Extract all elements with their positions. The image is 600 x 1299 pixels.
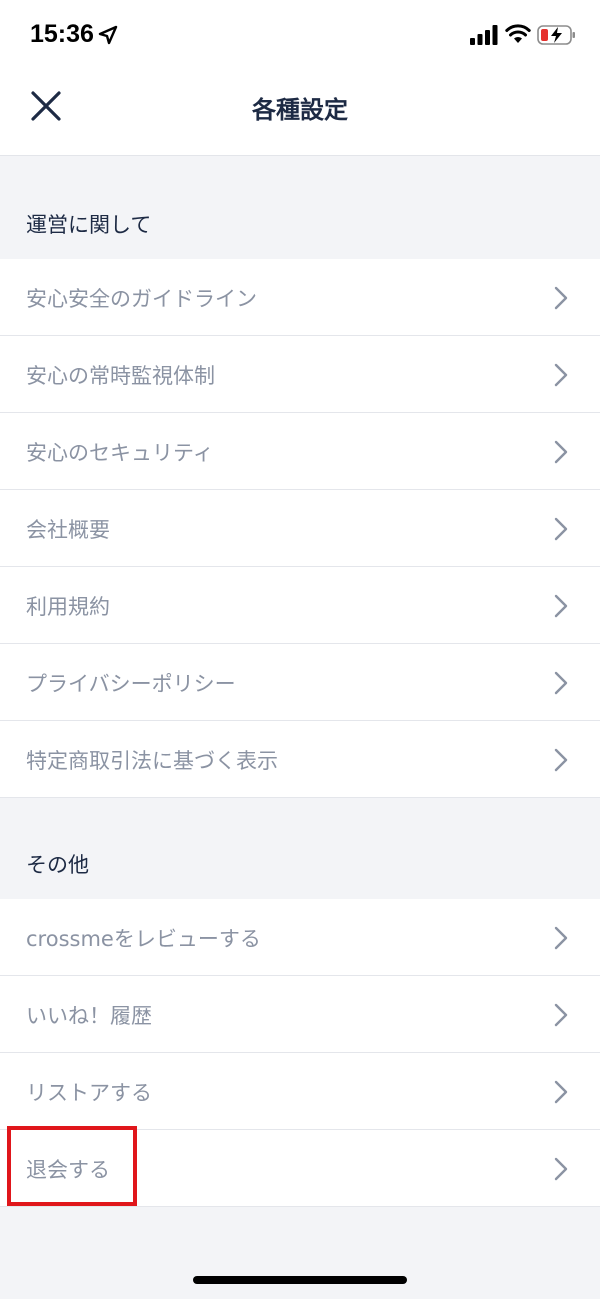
list-item-terms[interactable]: 利用規約 (0, 567, 600, 644)
navigation-bar: 各種設定 (0, 72, 600, 156)
chevron-right-icon (554, 1157, 568, 1181)
location-arrow-icon (98, 25, 118, 45)
list-item-like-history[interactable]: いいね！履歴 (0, 976, 600, 1053)
list-item-review[interactable]: crossmeをレビューする (0, 899, 600, 976)
list-item-label: 利用規約 (26, 595, 110, 619)
battery-charging-icon (537, 25, 575, 45)
section-header-operations: 運営に関して (0, 157, 600, 259)
chevron-right-icon (554, 517, 568, 541)
section-title: その他 (26, 853, 89, 877)
wifi-icon (505, 24, 531, 43)
list-item-label: 安心のセキュリティ (26, 441, 214, 465)
page-title: 各種設定 (252, 96, 348, 124)
list-item-label: 安心安全のガイドライン (26, 287, 257, 311)
chevron-right-icon (554, 1080, 568, 1104)
list-item-label: プライバシーポリシー (26, 672, 236, 696)
list-item-label: 安心の常時監視体制 (26, 364, 215, 388)
chevron-right-icon (554, 1003, 568, 1027)
list-item-guidelines[interactable]: 安心安全のガイドライン (0, 259, 600, 336)
section-title: 運営に関して (26, 213, 152, 237)
list-item-label: crossmeをレビューする (26, 927, 261, 951)
section-header-other: その他 (0, 798, 600, 899)
status-bar: 15:36 (0, 0, 600, 72)
chevron-right-icon (554, 671, 568, 695)
list-item-security[interactable]: 安心のセキュリティ (0, 413, 600, 490)
home-indicator[interactable] (193, 1276, 407, 1284)
list-item-label: 会社概要 (26, 518, 110, 542)
list-item-privacy[interactable]: プライバシーポリシー (0, 644, 600, 721)
chevron-right-icon (554, 748, 568, 772)
status-time: 15:36 (30, 20, 94, 48)
chevron-right-icon (554, 363, 568, 387)
list-item-company[interactable]: 会社概要 (0, 490, 600, 567)
list-item-commerce-law[interactable]: 特定商取引法に基づく表示 (0, 721, 600, 798)
list-item-monitoring[interactable]: 安心の常時監視体制 (0, 336, 600, 413)
highlight-box (7, 1126, 137, 1206)
list-item-label: いいね！履歴 (26, 1004, 152, 1028)
list-item-label: 特定商取引法に基づく表示 (26, 749, 278, 773)
list-item-label: リストアする (26, 1081, 152, 1105)
chevron-right-icon (554, 286, 568, 310)
list-item-restore[interactable]: リストアする (0, 1053, 600, 1130)
operations-list: 安心安全のガイドライン 安心の常時監視体制 安心のセキュリティ 会社概要 利用規… (0, 259, 600, 798)
chevron-right-icon (554, 594, 568, 618)
chevron-right-icon (554, 926, 568, 950)
signal-icon (470, 25, 498, 45)
chevron-right-icon (554, 440, 568, 464)
